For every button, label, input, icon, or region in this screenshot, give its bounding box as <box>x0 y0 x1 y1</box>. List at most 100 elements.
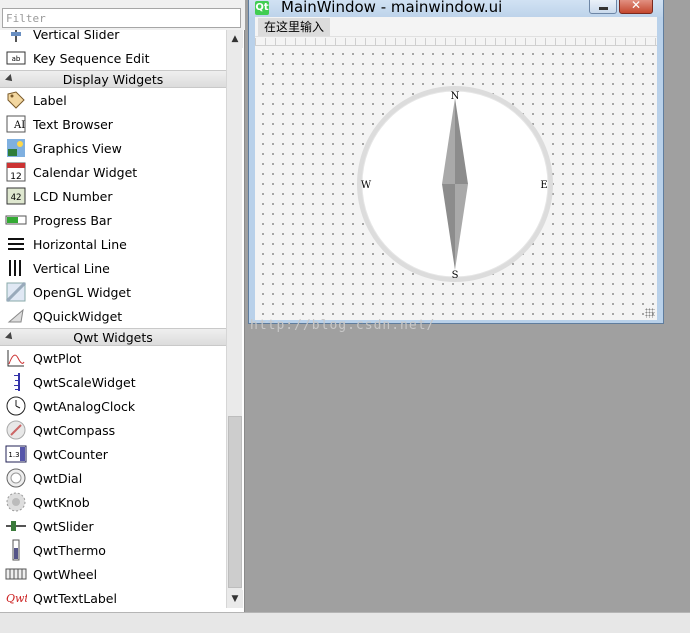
widget-list-item[interactable]: 1.3 QwtCounter <box>0 442 226 466</box>
widget-list-item[interactable]: QwtAnalogClock <box>0 394 226 418</box>
widget-list-item-label: QwtCounter <box>33 446 108 462</box>
progress-bar-icon <box>5 210 27 230</box>
widget-list-item-label: OpenGL Widget <box>33 284 132 300</box>
widget-list-item-label: Graphics View <box>33 140 122 156</box>
widget-list-item[interactable]: Horizontal Line <box>0 232 226 256</box>
widget-list-item-label: Key Sequence Edit <box>33 50 150 66</box>
qwt-text-label-icon: Qwt <box>5 588 27 608</box>
widget-list-item-label: Progress Bar <box>33 212 112 228</box>
widget-list-item[interactable]: Vertical Line <box>0 256 226 280</box>
menu-bar: 在这里输入 <box>255 17 657 37</box>
compass-label-north: N <box>451 91 460 102</box>
widget-list-item-label: QwtPlot <box>33 350 82 366</box>
widget-list-item[interactable]: QwtSlider <box>0 514 226 538</box>
widget-list-item-label: QQuickWidget <box>33 308 123 324</box>
widget-list-item[interactable]: QwtDial <box>0 466 226 490</box>
qwt-slider-icon <box>5 516 27 536</box>
qwt-compass-widget[interactable]: N S E W <box>355 84 555 284</box>
resize-grip[interactable] <box>645 308 655 318</box>
qwt-plot-icon <box>5 348 27 368</box>
horizontal-line-icon <box>5 234 27 254</box>
widget-list-item-label: Calendar Widget <box>33 164 138 180</box>
scroll-down-arrow-icon[interactable]: ▼ <box>227 590 243 608</box>
filter-bar <box>0 0 245 30</box>
window-titlebar[interactable]: Qt MainWindow - mainwindow.ui ✕ <box>249 0 663 17</box>
scroll-thumb[interactable] <box>228 416 242 588</box>
category-header[interactable]: Qwt Widgets <box>0 328 226 346</box>
widget-box-panel: Vertical Slider ab Key Sequence Edit Displa… <box>0 0 245 612</box>
opengl-widget-icon <box>5 282 27 302</box>
compass-label-west: W <box>361 180 372 191</box>
widget-list-item[interactable]: ab Key Sequence Edit <box>0 46 226 70</box>
menu-type-here-item[interactable]: 在这里输入 <box>258 18 331 36</box>
widget-list-item-label: QwtSlider <box>33 518 94 534</box>
category-label: Qwt Widgets <box>73 329 153 345</box>
widget-list-item[interactable]: Label <box>0 88 226 112</box>
vertical-line-icon <box>5 258 27 278</box>
form-canvas[interactable]: N S E W <box>255 45 657 320</box>
qwt-counter-icon: 1.3 <box>5 444 27 464</box>
widget-list-item-label: Vertical Line <box>33 260 110 276</box>
category-header[interactable]: Display Widgets <box>0 70 226 88</box>
svg-text:12: 12 <box>10 172 21 182</box>
text-browser-icon: AI <box>5 114 27 134</box>
svg-text:AI: AI <box>13 120 25 131</box>
widget-list-item[interactable]: QwtCompass <box>0 418 226 442</box>
window-client-area: 在这里输入 N S E W <box>255 17 657 320</box>
calendar-widget-icon: 12 <box>5 162 27 182</box>
widget-list-item-label: Horizontal Line <box>33 236 127 252</box>
widget-list-item-label: QwtCompass <box>33 422 116 438</box>
widget-list-item[interactable]: 12 Calendar Widget <box>0 160 226 184</box>
close-button[interactable]: ✕ <box>619 0 653 14</box>
svg-text:Qwt: Qwt <box>6 592 27 605</box>
widget-list-item[interactable]: 42 LCD Number <box>0 184 226 208</box>
widget-list[interactable]: Vertical Slider ab Key Sequence Edit Displa… <box>0 30 226 608</box>
designer-form-window[interactable]: Qt MainWindow - mainwindow.ui ✕ 在这里输入 N … <box>248 0 664 324</box>
lcd-number-icon: 42 <box>5 186 27 206</box>
svg-text:1.3: 1.3 <box>8 451 19 459</box>
widget-list-item[interactable]: QwtScaleWidget <box>0 370 226 394</box>
widget-list-item[interactable]: AI Text Browser <box>0 112 226 136</box>
svg-text:ab: ab <box>12 55 21 63</box>
widget-list-item-label: Vertical Slider <box>33 30 120 42</box>
widget-list-item[interactable]: QwtWheel <box>0 562 226 586</box>
widget-list-item-label: QwtScaleWidget <box>33 374 136 390</box>
key-sequence-edit-icon: ab <box>5 48 27 68</box>
qwt-analog-clock-icon <box>5 396 27 416</box>
widget-list-item[interactable]: QwtPlot <box>0 346 226 370</box>
widget-list-item-label: QwtThermo <box>33 542 106 558</box>
widget-list-item-label: QwtAnalogClock <box>33 398 136 414</box>
qt-designer-icon: Qt <box>255 1 269 15</box>
compass-label-south: S <box>452 270 459 281</box>
svg-text:42: 42 <box>11 193 22 203</box>
minimize-button[interactable] <box>589 0 617 14</box>
widget-list-item[interactable]: QwtKnob <box>0 490 226 514</box>
qwt-thermo-icon <box>5 539 27 561</box>
qwt-scale-widget-icon <box>5 372 27 392</box>
widget-list-item-label: Text Browser <box>33 116 113 132</box>
qwt-dial-icon <box>5 468 27 488</box>
qwt-compass-icon <box>5 420 27 440</box>
widget-list-item-label: LCD Number <box>33 188 113 204</box>
qwt-wheel-icon <box>5 564 27 584</box>
widget-list-item-label: QwtDial <box>33 470 83 486</box>
widget-list-item[interactable]: QwtThermo <box>0 538 226 562</box>
label-icon <box>5 90 27 110</box>
widget-list-item[interactable]: Graphics View <box>0 136 226 160</box>
graphics-view-icon <box>5 138 27 158</box>
widget-list-scrollbar[interactable]: ▲ ▼ <box>226 30 243 608</box>
widget-list-item-label: Label <box>33 92 67 108</box>
close-icon: ✕ <box>630 0 642 12</box>
bottom-status-strip <box>0 612 690 633</box>
widget-list-item[interactable]: OpenGL Widget <box>0 280 226 304</box>
widget-list-item[interactable]: Vertical Slider <box>0 30 226 46</box>
qwt-knob-icon <box>5 492 27 512</box>
widget-list-item[interactable]: Progress Bar <box>0 208 226 232</box>
widget-list-item[interactable]: Qwt QwtTextLabel <box>0 586 226 608</box>
filter-input[interactable] <box>2 8 241 28</box>
widget-list-item-label: QwtTextLabel <box>33 590 117 606</box>
widget-list-item[interactable]: QQuickWidget <box>0 304 226 328</box>
watermark: http://blog.csdn.net/ <box>250 318 436 333</box>
scroll-up-arrow-icon[interactable]: ▲ <box>227 30 243 48</box>
window-title: MainWindow - mainwindow.ui <box>281 0 503 16</box>
